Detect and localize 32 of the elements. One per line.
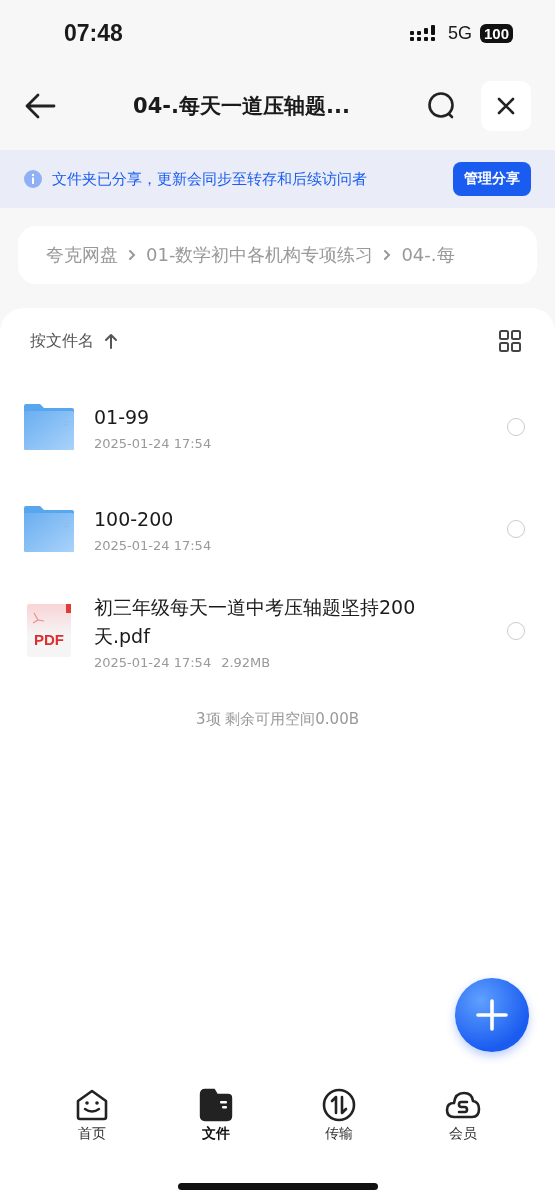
up-arrow-icon — [104, 333, 118, 349]
folder-icon — [24, 404, 74, 450]
share-notice: 文件夹已分享，更新会同步至转存和后续访问者 — [52, 169, 368, 189]
storage-summary: 3项 剩余可用空间0.00B — [195, 710, 360, 729]
file-name: 初三年级每天一道中考压轴题坚持200天.pdf — [94, 594, 417, 649]
file-size: 2.92MB — [221, 654, 271, 670]
plus-icon — [476, 999, 508, 1031]
status-time: 07:48 — [64, 19, 123, 47]
chevron-icon — [383, 249, 392, 261]
file-name: 01-99 — [94, 405, 151, 430]
pdf-file-icon: PDF — [24, 603, 74, 659]
network-label: 5G — [447, 22, 472, 44]
tab-item[interactable]: 首页 — [73, 1087, 110, 1143]
modified-date: 2025-01-24 17:54 — [94, 654, 212, 670]
grid-view-icon[interactable] — [499, 330, 521, 352]
manage-share-button[interactable]: 管理分享 — [453, 162, 531, 196]
close-button[interactable] — [481, 81, 531, 131]
info-icon — [24, 170, 42, 188]
tab-item[interactable]: 会员 — [445, 1087, 482, 1143]
file-row[interactable]: 01-99 2025-01-24 17:54 — [0, 376, 555, 478]
modified-date: 2025-01-24 17:54 — [94, 538, 212, 553]
sort-button[interactable]: 按文件名 — [30, 330, 118, 352]
modified-date: 2025-01-24 17:54 — [94, 436, 212, 451]
close-icon — [497, 97, 515, 115]
battery-level: 100 — [479, 23, 513, 43]
file-row[interactable]: PDF 初三年级每天一道中考压轴题坚持200天.pdf 2025-01-24 17:54 2.92MB — [0, 580, 555, 682]
chevron-icon — [128, 249, 136, 261]
add-button[interactable] — [455, 978, 529, 1052]
file-row[interactable]: 100-200 2025-01-24 17:54 — [0, 478, 555, 580]
page-title: 04-.每天一道压轴题... — [132, 93, 351, 120]
file-name: 100-200 — [94, 507, 175, 532]
folder-icon — [24, 506, 74, 552]
